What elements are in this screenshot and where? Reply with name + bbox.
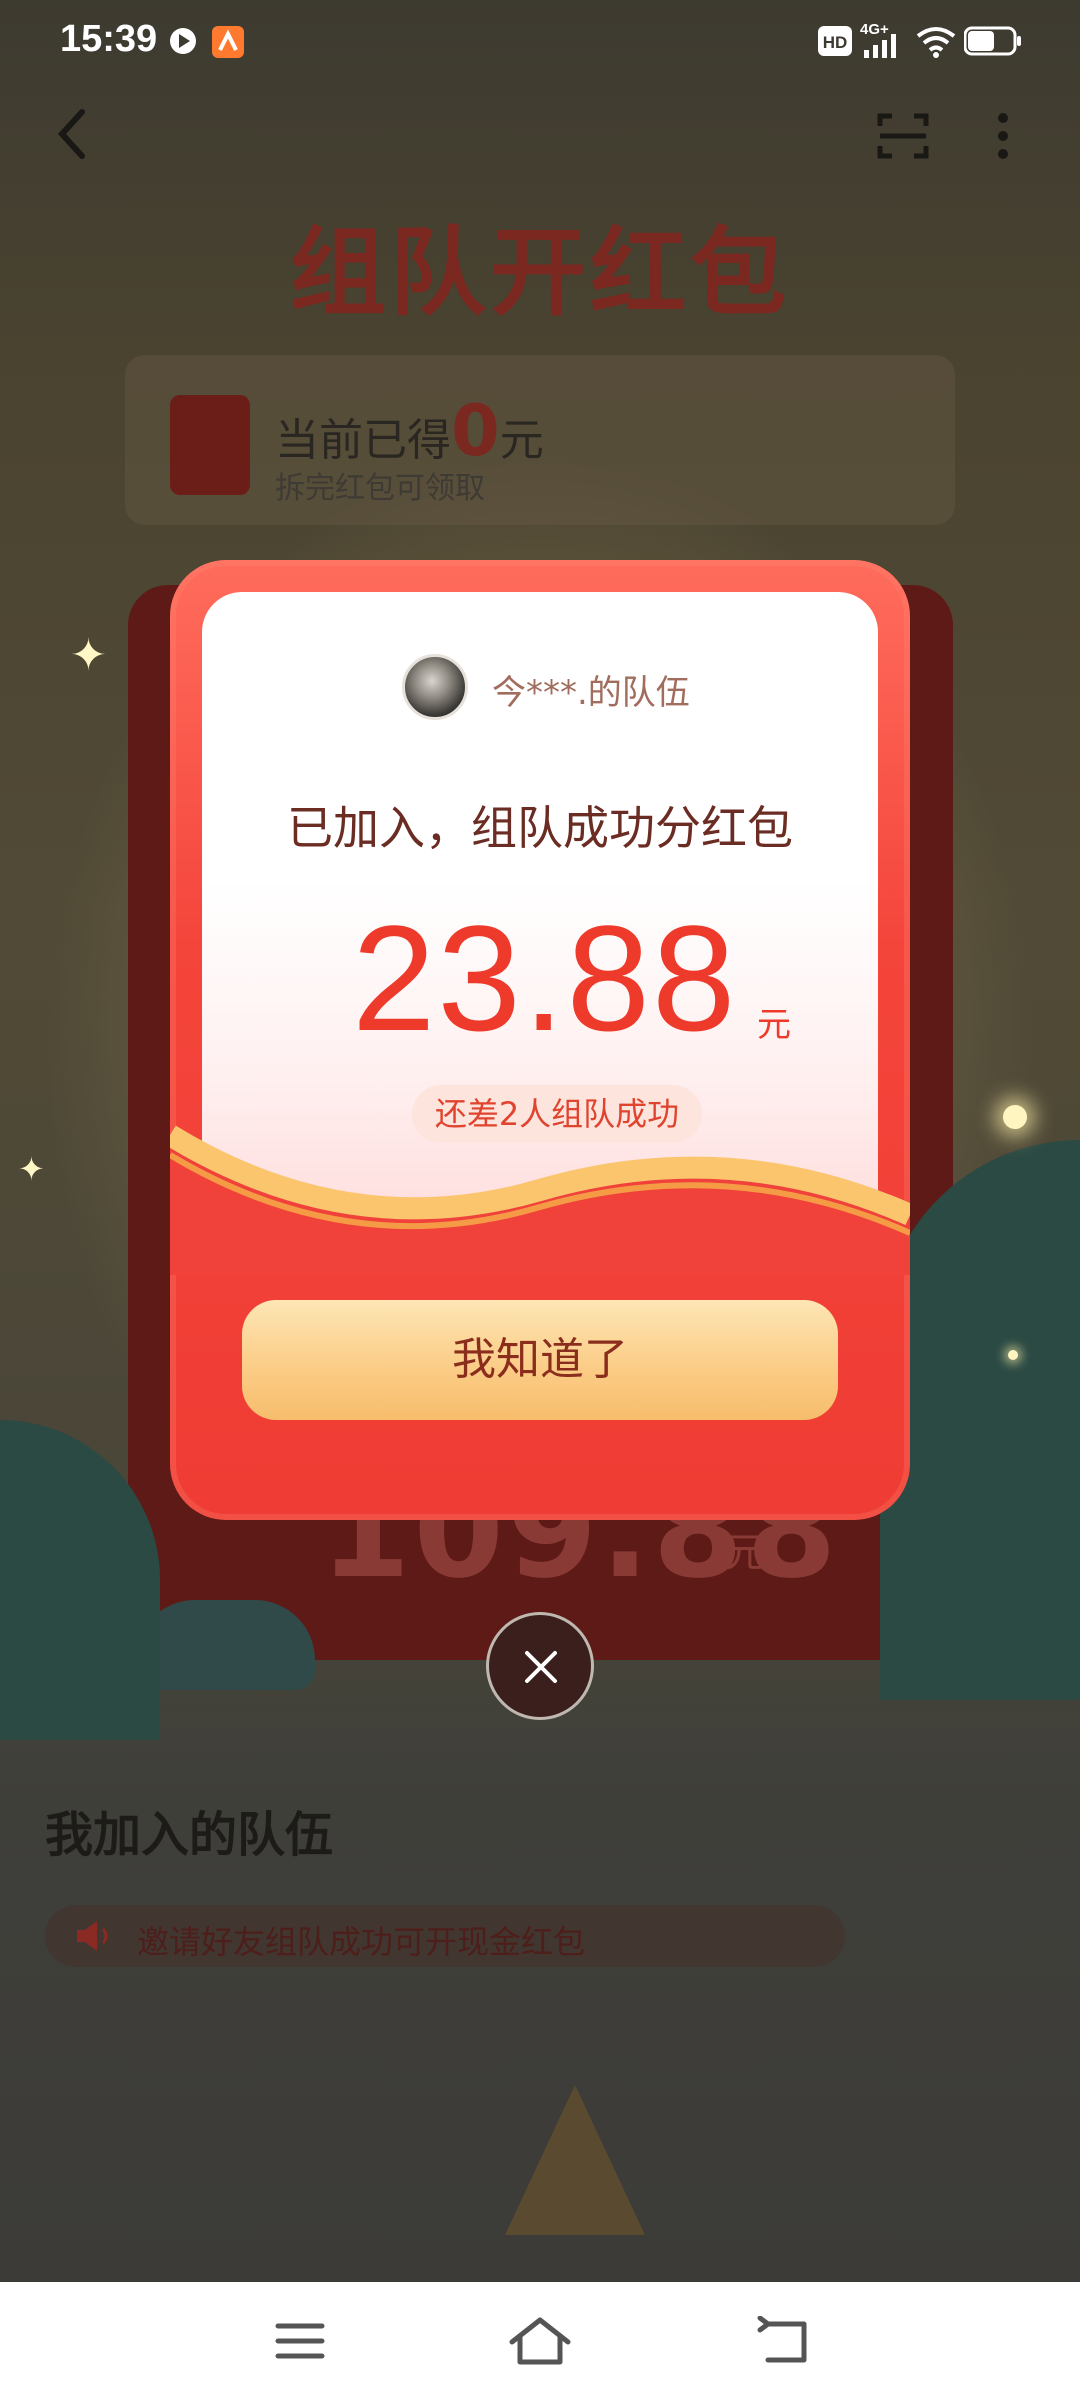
- cloud-decoration: [135, 1600, 315, 1690]
- red-packet-dialog: 今***.的队伍 已加入，组队成功分红包 23.88 元 还差2人组队成功 我知…: [170, 560, 910, 1520]
- earned-card: 当前已得0元 拆完红包可领取: [125, 355, 955, 525]
- battery-icon: [964, 26, 1021, 56]
- play-notification-icon: [170, 28, 196, 54]
- sparkle-decoration: ✦: [70, 630, 107, 681]
- gold-wave-decoration: [170, 1125, 910, 1275]
- wifi-icon: [916, 27, 956, 58]
- prize-amount-unit: 元: [757, 1005, 791, 1045]
- sparkle-decoration: [1003, 1105, 1027, 1129]
- hd-label: HD: [823, 33, 848, 52]
- notice-bar: 邀请好友组队成功可开现金红包: [45, 1905, 845, 1967]
- confirm-button[interactable]: 我知道了: [242, 1300, 838, 1420]
- red-envelope-icon: [170, 395, 250, 495]
- earned-text: 当前已得0元: [275, 390, 544, 472]
- hd-icon: HD: [818, 26, 852, 56]
- team-name: 今***.的队伍: [492, 673, 690, 713]
- confirm-label: 我知道了: [452, 1334, 628, 1385]
- home-icon[interactable]: [508, 2316, 572, 2368]
- pyramid-decoration: [505, 2085, 645, 2235]
- more-button[interactable]: [988, 110, 1018, 162]
- app-notification-icon: [212, 26, 244, 58]
- status-bar: 15:39 HD 4G+: [0, 0, 1080, 80]
- earned-hint: 拆完红包可领取: [275, 471, 485, 506]
- signal-icon: 4G+: [860, 21, 896, 58]
- navigation-bar: [0, 2282, 1080, 2408]
- back-icon[interactable]: [754, 2316, 810, 2366]
- screen: 15:39 HD 4G+ 组队开红包 当前已得0元 拆完红包可领取 109.88…: [0, 0, 1080, 2408]
- sparkle-decoration: ✦: [18, 1150, 45, 1188]
- status-time: 15:39: [60, 18, 158, 60]
- prize-amount: 23.88: [352, 894, 738, 1062]
- my-teams-title: 我加入的队伍: [45, 1807, 334, 1863]
- close-button[interactable]: [486, 1612, 594, 1720]
- big-amount-unit: 元: [725, 1530, 765, 1576]
- page-title: 组队开红包: [290, 217, 790, 329]
- back-button[interactable]: [52, 104, 92, 164]
- sparkle-decoration: [1008, 1350, 1018, 1360]
- scan-button[interactable]: [876, 110, 930, 162]
- earned-unit: 元: [499, 415, 544, 466]
- network-label: 4G+: [860, 21, 889, 38]
- speaker-icon: [77, 1921, 108, 1951]
- earned-value: 0: [451, 390, 500, 472]
- notice-text: 邀请好友组队成功可开现金红包: [137, 1923, 586, 1961]
- joined-message: 已加入，组队成功分红包: [287, 801, 793, 855]
- close-icon: [525, 1651, 557, 1683]
- avatar: [402, 654, 468, 720]
- earned-prefix: 当前已得: [275, 415, 451, 466]
- menu-icon[interactable]: [274, 2316, 326, 2366]
